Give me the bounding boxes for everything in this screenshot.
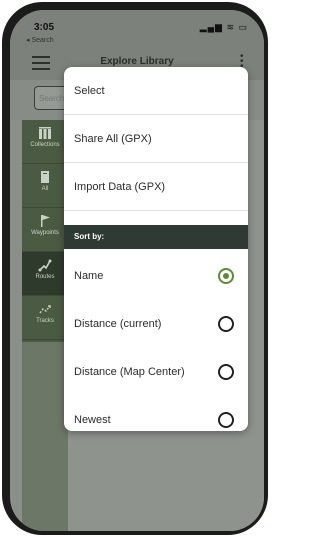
track-icon	[39, 305, 51, 314]
collections-icon	[39, 127, 51, 139]
page-title: Explore Library	[100, 56, 174, 67]
screen: 3:05 ◂ Search ▂▄▆ ≋ ▭ Explore Library • •…	[10, 10, 264, 531]
sort-option-label: Distance (Map Center)	[74, 366, 185, 378]
sort-by-header: Sort by:	[64, 225, 248, 249]
sidebar-item-label: Waypoints	[31, 230, 59, 236]
route-icon	[38, 259, 52, 272]
radio-unselected-icon[interactable]	[218, 316, 234, 332]
options-menu: Select Share All (GPX) Import Data (GPX)…	[64, 67, 248, 431]
sidebar-item-label: Routes	[35, 274, 55, 280]
back-to-search-link[interactable]: ◂ Search	[26, 36, 54, 44]
status-time: 3:05	[34, 22, 55, 33]
menu-item-import-data-gpx[interactable]: Import Data (GPX)	[64, 163, 248, 211]
sidebar: Collections All Waypoints Routes Tracks	[22, 120, 68, 531]
radio-selected-icon[interactable]	[218, 268, 234, 284]
sidebar-item-label: Collections	[30, 142, 60, 148]
sort-option-distance-map-center[interactable]: Distance (Map Center)	[64, 348, 248, 396]
sidebar-item-tracks[interactable]: Tracks	[22, 296, 68, 340]
menu-item-share-all-gpx[interactable]: Share All (GPX)	[64, 115, 248, 163]
document-icon	[41, 171, 49, 183]
radio-unselected-icon[interactable]	[218, 364, 234, 380]
sidebar-item-collections[interactable]: Collections	[22, 120, 68, 164]
radio-unselected-icon[interactable]	[218, 412, 234, 428]
sidebar-item-label: All	[41, 186, 49, 192]
flag-icon	[41, 215, 50, 227]
menu-item-select[interactable]: Select	[64, 67, 248, 115]
sidebar-item-all[interactable]: All	[22, 164, 68, 208]
sort-option-label: Name	[74, 270, 104, 282]
sidebar-item-label: Tracks	[36, 318, 54, 324]
sort-option-newest[interactable]: Newest	[64, 396, 248, 431]
sidebar-item-routes[interactable]: Routes	[22, 252, 68, 296]
sort-option-distance-current[interactable]: Distance (current)	[64, 300, 248, 348]
sidebar-background	[22, 342, 68, 531]
status-icons: ▂▄▆ ≋ ▭	[199, 22, 248, 32]
status-bar: 3:05 ◂ Search ▂▄▆ ≋ ▭	[10, 10, 264, 50]
sort-option-name[interactable]: Name	[64, 252, 248, 300]
sidebar-item-waypoints[interactable]: Waypoints	[22, 208, 68, 252]
sort-option-label: Newest	[74, 414, 111, 426]
phone-bezel: 3:05 ◂ Search ▂▄▆ ≋ ▭ Explore Library • •…	[2, 2, 268, 535]
sort-option-label: Distance (current)	[74, 318, 162, 330]
